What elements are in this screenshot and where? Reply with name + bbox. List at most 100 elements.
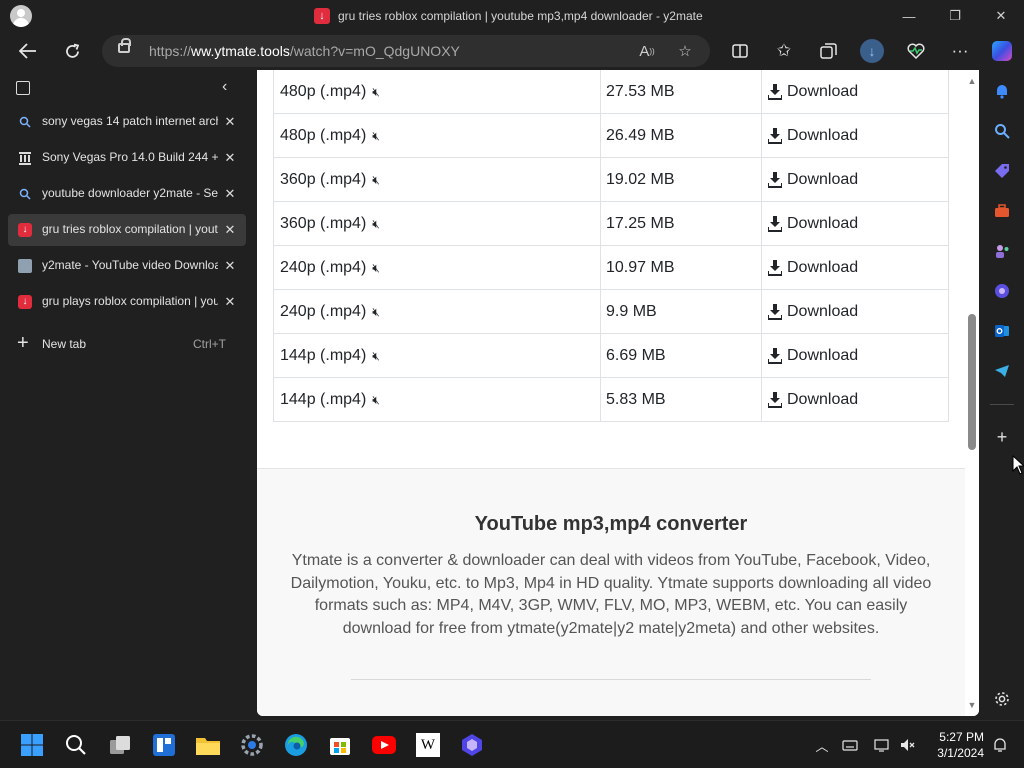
new-tab-label: New tab	[42, 337, 87, 351]
table-row: 360p (.mp4) 🔇︎ 17.25 MB Download	[274, 202, 948, 246]
telegram-send-icon[interactable]	[991, 360, 1013, 382]
search-icon	[17, 114, 33, 130]
copilot-app-icon[interactable]	[991, 280, 1013, 302]
address-bar[interactable]: https://ww.ytmate.tools/watch?v=mO_QdgUN…	[102, 35, 710, 67]
system-clock[interactable]: 5:27 PM 3/1/2024	[924, 729, 984, 761]
favorite-star-icon[interactable]: ☆	[674, 41, 696, 61]
download-icon	[768, 216, 782, 232]
y2mate-icon	[17, 258, 33, 274]
close-tab-icon[interactable]: ✕	[222, 257, 238, 275]
download-button[interactable]: Download	[768, 334, 948, 378]
task-view-icon[interactable]	[106, 731, 134, 759]
clock-time: 5:27 PM	[939, 730, 984, 744]
quality-cell: 144p (.mp4) 🔇︎	[280, 347, 380, 364]
quality-cell: 480p (.mp4) 🔇︎	[280, 127, 380, 144]
collapse-panel-chevron-icon[interactable]: ‹	[222, 78, 227, 96]
download-button[interactable]: Download	[768, 290, 948, 334]
windows-start-icon[interactable]	[18, 731, 46, 759]
show-hidden-icons-chevron-up-icon[interactable]: ︿	[812, 735, 832, 755]
muted-speaker-icon: 🔇︎	[372, 216, 380, 231]
tab-item[interactable]: youtube downloader y2mate - Search ✕	[8, 178, 246, 210]
table-row: 480p (.mp4) 🔇︎ 26.49 MB Download	[274, 114, 948, 158]
size-cell: 19.02 MB	[606, 171, 675, 188]
outlook-icon[interactable]	[991, 320, 1013, 342]
wikipedia-icon[interactable]: W	[414, 731, 442, 759]
shopping-tag-icon[interactable]	[991, 160, 1013, 182]
volume-muted-icon[interactable]	[898, 735, 918, 755]
table-row: 144p (.mp4) 🔇︎ 6.69 MB Download	[274, 334, 948, 378]
tab-item[interactable]: y2mate - YouTube video Downloader ✕	[8, 250, 246, 282]
close-tab-icon[interactable]: ✕	[222, 221, 238, 239]
ellipsis-icon: ···	[951, 41, 969, 60]
download-button[interactable]: Download	[768, 114, 948, 158]
ytmate-icon: ↓	[17, 222, 33, 238]
favorites-button[interactable]: ✩	[768, 36, 800, 66]
notification-bell-icon[interactable]	[991, 80, 1013, 102]
profile-avatar-icon[interactable]	[10, 5, 32, 27]
copilot-button[interactable]	[986, 36, 1018, 66]
page-scrollbar[interactable]: ▲ ▼	[965, 70, 979, 716]
download-button[interactable]: Download	[768, 158, 948, 202]
keyboard-icon[interactable]	[840, 735, 860, 755]
copilot-taskbar-icon[interactable]	[458, 731, 486, 759]
lock-icon[interactable]	[118, 38, 131, 53]
tab-actions-icon[interactable]	[16, 81, 30, 95]
new-tab-button[interactable]: + New tab Ctrl+T	[8, 328, 246, 360]
heartbeat-icon	[907, 43, 925, 59]
download-button[interactable]: Download	[768, 70, 948, 114]
taskbar-search-icon[interactable]	[62, 731, 90, 759]
file-explorer-icon[interactable]	[194, 731, 222, 759]
search-icon[interactable]	[991, 120, 1013, 142]
quality-cell: 144p (.mp4) 🔇︎	[280, 391, 380, 408]
tab-item-active[interactable]: ↓ gru tries roblox compilation | youtube…	[8, 214, 246, 246]
download-button[interactable]: Download	[768, 378, 948, 422]
settings-gear-icon[interactable]	[238, 731, 266, 759]
downloads-button[interactable]: ↓	[856, 36, 888, 66]
tab-item[interactable]: Sony Vegas Pro 14.0 Build 244 + Patch ✕	[8, 142, 246, 174]
scrollbar-thumb[interactable]	[968, 314, 976, 450]
tab-label: gru plays roblox compilation | youtube	[42, 294, 218, 308]
scroll-down-arrow-icon[interactable]: ▼	[967, 700, 977, 710]
tab-item[interactable]: sony vegas 14 patch internet archive ✕	[8, 106, 246, 138]
tools-briefcase-icon[interactable]	[991, 200, 1013, 222]
converter-section: YouTube mp3,mp4 converter Ytmate is a co…	[257, 468, 965, 716]
network-icon[interactable]	[872, 735, 892, 755]
notification-center-icon[interactable]	[990, 735, 1010, 755]
settings-more-button[interactable]: ···	[944, 36, 976, 66]
scroll-up-arrow-icon[interactable]: ▲	[967, 76, 977, 86]
edge-browser-icon[interactable]	[282, 731, 310, 759]
close-tab-icon[interactable]: ✕	[222, 113, 238, 131]
quality-cell: 240p (.mp4) 🔇︎	[280, 259, 380, 276]
size-cell: 5.83 MB	[606, 391, 666, 408]
tab-label: gru tries roblox compilation | youtube	[42, 222, 218, 236]
close-tab-icon[interactable]: ✕	[222, 149, 238, 167]
read-aloud-icon[interactable]: A))	[636, 41, 658, 61]
split-screen-button[interactable]	[724, 36, 756, 66]
tab-label: Sony Vegas Pro 14.0 Build 244 + Patch	[42, 150, 218, 164]
download-button[interactable]: Download	[768, 246, 948, 290]
restore-button[interactable]: ❐	[932, 0, 978, 32]
youtube-icon[interactable]	[370, 731, 398, 759]
games-icon[interactable]	[991, 240, 1013, 262]
widgets-icon[interactable]	[150, 731, 178, 759]
muted-speaker-icon: 🔇︎	[372, 392, 380, 407]
title-bar: ↓ gru tries roblox compilation | youtube…	[0, 0, 1024, 32]
browser-essentials-button[interactable]	[900, 36, 932, 66]
tab-item[interactable]: ↓ gru plays roblox compilation | youtube…	[8, 286, 246, 318]
quality-cell: 480p (.mp4) 🔇︎	[280, 83, 380, 100]
close-tab-icon[interactable]: ✕	[222, 185, 238, 203]
minimize-button[interactable]: —	[886, 0, 932, 32]
microsoft-store-icon[interactable]	[326, 731, 354, 759]
collections-button[interactable]	[812, 36, 844, 66]
downloads-table: 480p (.mp4) 🔇︎ 27.53 MB Download 480p (.m…	[273, 70, 949, 422]
url-text[interactable]: https://ww.ytmate.tools/watch?v=mO_QdgUN…	[149, 43, 460, 59]
download-button[interactable]: Download	[768, 202, 948, 246]
add-sidebar-app-plus-icon[interactable]: +	[991, 426, 1013, 448]
close-window-button[interactable]: ✕	[978, 0, 1024, 32]
table-row: 240p (.mp4) 🔇︎ 9.9 MB Download	[274, 290, 948, 334]
close-tab-icon[interactable]: ✕	[222, 293, 238, 311]
back-button[interactable]	[12, 36, 44, 66]
refresh-button[interactable]	[56, 36, 88, 66]
download-icon	[768, 348, 782, 364]
sidebar-settings-gear-icon[interactable]	[991, 688, 1013, 710]
